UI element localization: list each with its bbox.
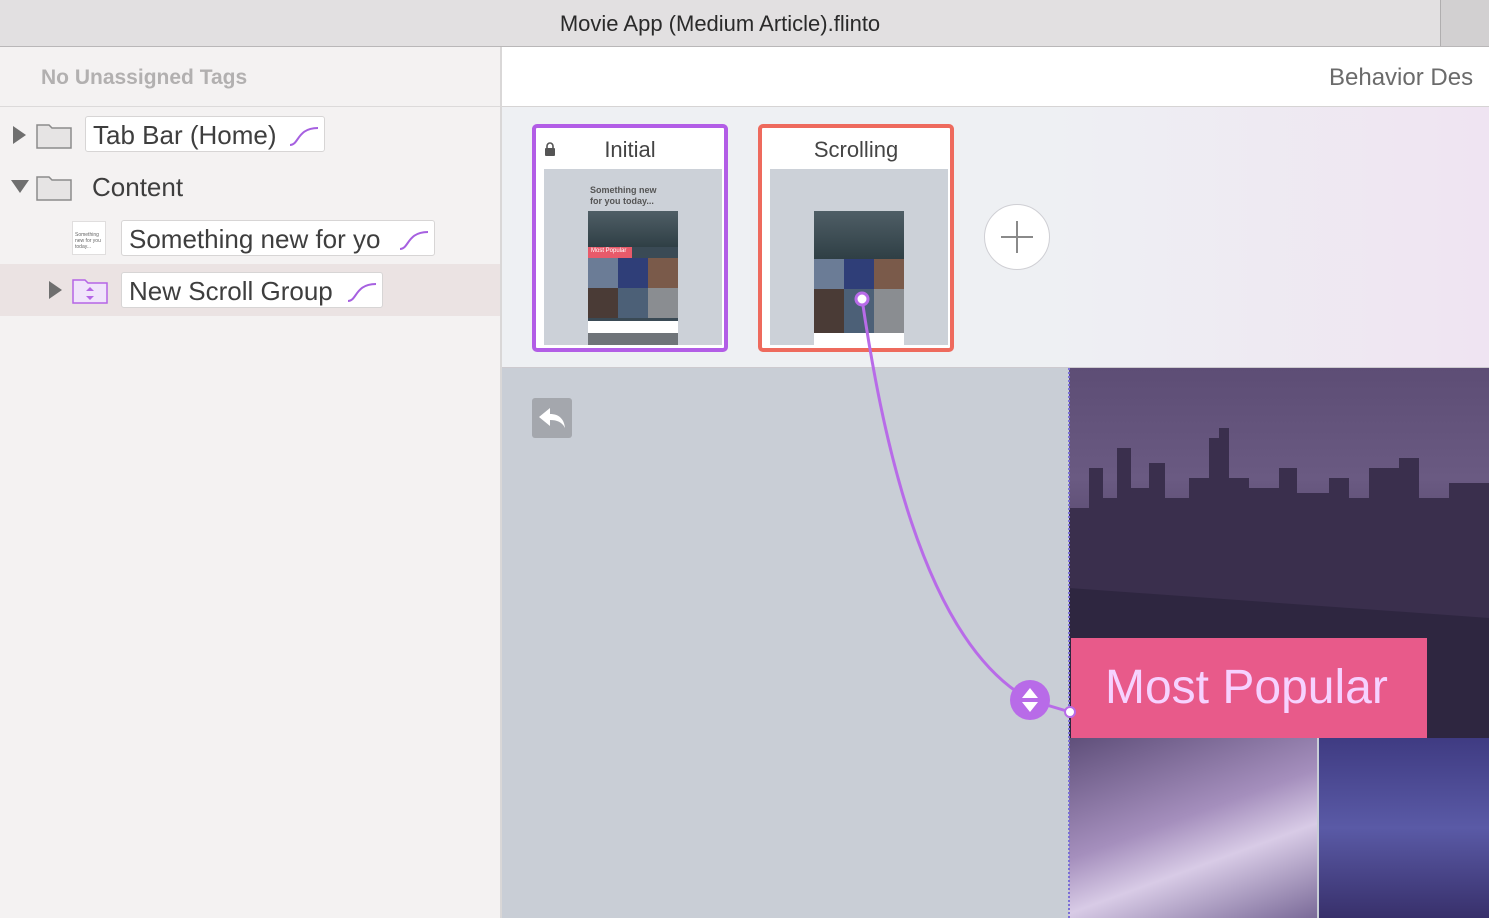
window-title: Movie App (Medium Article).flinto <box>559 11 881 36</box>
state-card-initial[interactable]: Initial Something new for you today... M… <box>532 124 728 352</box>
layer-row-scroll-group[interactable]: New Scroll Group <box>0 264 500 316</box>
disclosure-collapsed-icon[interactable] <box>13 126 26 144</box>
back-link-button[interactable] <box>532 398 572 438</box>
state-name: Scrolling <box>813 137 899 162</box>
disclosure-collapsed-icon[interactable] <box>49 281 62 299</box>
layer-thumbnail-text: Something new for you today... <box>75 232 101 250</box>
layer-label: New Scroll Group <box>129 276 333 306</box>
scroll-group-icon <box>72 279 108 304</box>
disclosure-expanded-icon[interactable] <box>11 180 29 193</box>
state-name: Initial <box>604 137 656 162</box>
titlebar-right-control[interactable] <box>1440 0 1489 46</box>
preview-heading: Something new for you today... <box>590 185 657 206</box>
layers-sidebar: No Unassigned Tags Tab Bar (Home) Conten… <box>0 47 502 918</box>
folder-icon <box>36 176 72 201</box>
tags-header-label: No Unassigned Tags <box>41 66 248 89</box>
tags-header: No Unassigned Tags <box>0 47 500 107</box>
layer-name-field[interactable]: Tab Bar (Home) <box>85 116 325 152</box>
easing-curve-icon[interactable] <box>347 281 377 303</box>
behavior-designer-label[interactable]: Behavior Des <box>1329 64 1473 92</box>
layer-label: Content <box>92 172 184 202</box>
state-card-scrolling[interactable]: Scrolling <box>758 124 954 352</box>
layer-label: Tab Bar (Home) <box>93 120 277 150</box>
snowboard-photo <box>1069 738 1317 918</box>
night-sky-photo <box>1319 738 1489 918</box>
preview-screen: Most Popular <box>588 211 678 345</box>
folder-icon <box>36 124 72 149</box>
plus-icon <box>1001 221 1033 253</box>
easing-curve-icon[interactable] <box>289 125 319 147</box>
layer-name-field[interactable]: Something new for yo <box>121 220 435 256</box>
layer-row-content[interactable]: Content <box>0 161 500 213</box>
behavior-toolbar: Behavior Des <box>502 47 1489 107</box>
preview-screen <box>814 211 904 345</box>
state-preview <box>770 169 948 345</box>
preview-badge: Most Popular <box>591 248 627 254</box>
layer-name-field[interactable]: New Scroll Group <box>121 272 383 308</box>
canvas-edge-guide <box>1068 368 1070 918</box>
window-titlebar: Movie App (Medium Article).flinto <box>0 0 1489 47</box>
scroll-trigger-icon[interactable] <box>1010 680 1050 720</box>
easing-curve-icon[interactable] <box>399 229 429 251</box>
most-popular-banner[interactable]: Most Popular <box>1071 638 1427 738</box>
state-preview: Something new for you today... Most Popu… <box>544 169 722 345</box>
canvas-screen[interactable]: Most Popular <box>1069 368 1489 918</box>
layer-row-text[interactable]: Something new for you today... Something… <box>0 213 500 265</box>
add-state-button[interactable] <box>984 204 1050 270</box>
reply-arrow-icon <box>539 408 565 428</box>
layer-thumbnail: Something new for you today... <box>72 221 106 255</box>
banner-label: Most Popular <box>1105 661 1388 714</box>
layer-row-tab-bar[interactable]: Tab Bar (Home) <box>0 109 500 161</box>
layer-label: Something new for yo <box>129 224 381 254</box>
